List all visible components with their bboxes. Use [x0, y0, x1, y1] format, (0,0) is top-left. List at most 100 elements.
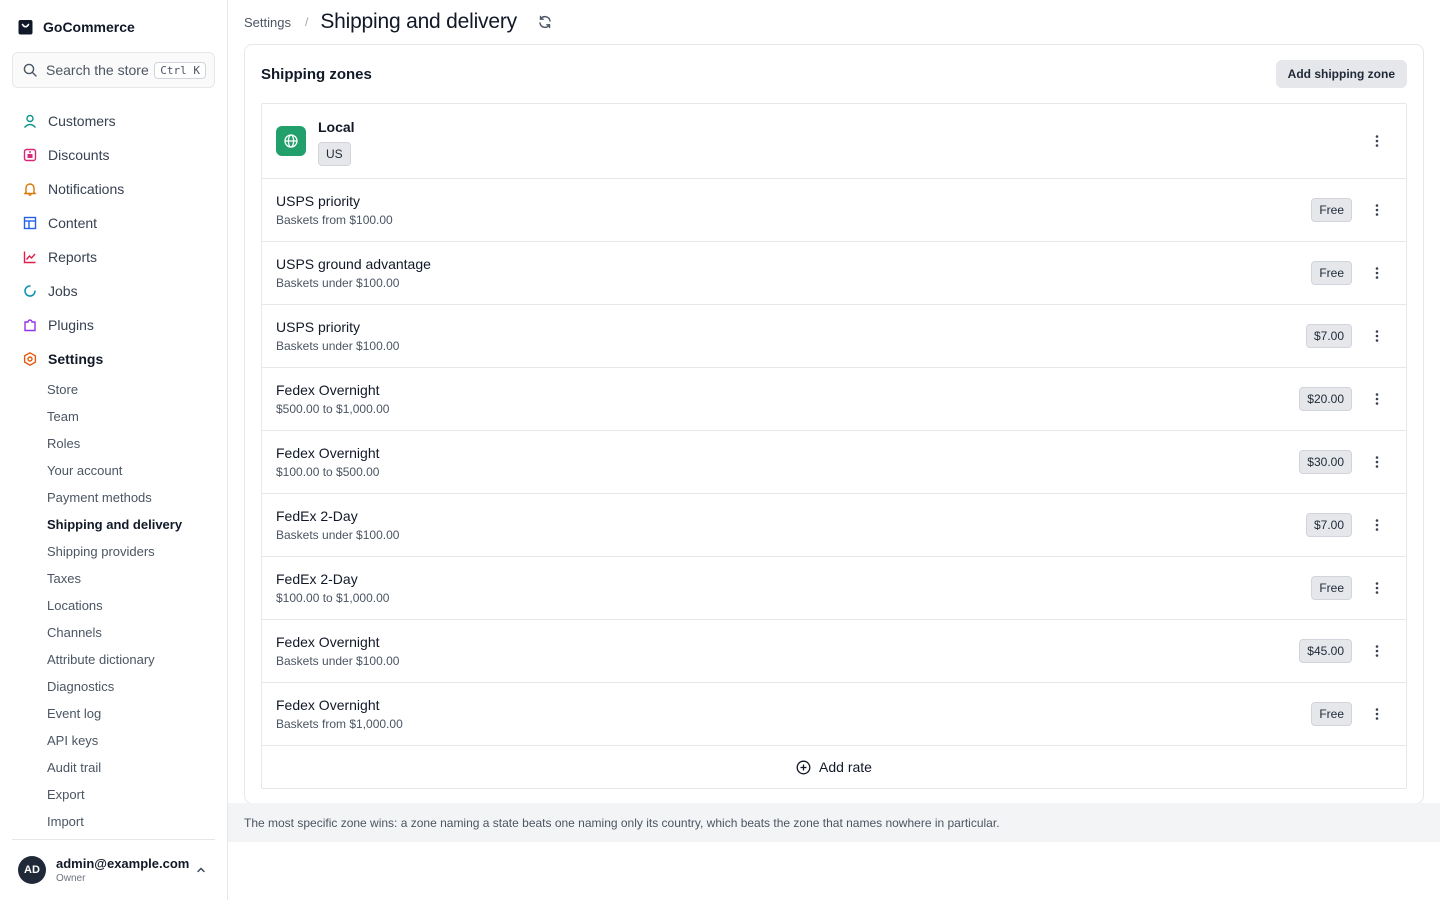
brand[interactable]: GoCommerce: [18, 19, 135, 35]
nav-item-reports[interactable]: Reports: [12, 240, 216, 274]
rate-name: Fedex Overnight: [276, 634, 380, 650]
zone-name: Local: [318, 119, 355, 135]
nav-label: Reports: [48, 249, 98, 265]
rate-price-badge: Free: [1311, 261, 1352, 285]
rate-row[interactable]: USPS priority Baskets under $100.00 $7.0…: [262, 305, 1406, 368]
rate-row[interactable]: FedEx 2-Day Baskets under $100.00 $7.00: [262, 494, 1406, 557]
nav-item-jobs[interactable]: Jobs: [12, 274, 216, 308]
zone-priority-note: The most specific zone wins: a zone nami…: [228, 803, 1440, 842]
subnav-item-roles[interactable]: Roles: [47, 430, 217, 457]
more-vertical-icon[interactable]: [1370, 266, 1384, 280]
nav-label: Plugins: [48, 317, 94, 333]
nav-item-customers[interactable]: Customers: [12, 104, 216, 138]
rate-row[interactable]: USPS priority Baskets from $100.00 Free: [262, 179, 1406, 242]
nav-label: Customers: [48, 113, 116, 129]
nav-label: Notifications: [48, 181, 125, 197]
nav-item-settings[interactable]: Settings: [12, 342, 216, 376]
rate-name: FedEx 2-Day: [276, 571, 358, 587]
rate-condition: Baskets from $1,000.00: [276, 717, 403, 731]
rate-name: USPS priority: [276, 319, 361, 335]
search-input[interactable]: Search the store Ctrl K: [12, 52, 215, 88]
rate-name: USPS ground advantage: [276, 256, 431, 272]
search-icon: [23, 63, 37, 77]
subnav-item-audit-trail[interactable]: Audit trail: [47, 754, 217, 781]
rate-condition: Baskets under $100.00: [276, 528, 400, 542]
nav-item-plugins[interactable]: Plugins: [12, 308, 216, 342]
gear-icon: [22, 351, 38, 367]
subnav-item-api-keys[interactable]: API keys: [47, 727, 217, 754]
subnav-item-locations[interactable]: Locations: [47, 592, 217, 619]
puzzle-icon: [22, 317, 38, 333]
brand-name: GoCommerce: [43, 19, 135, 35]
subnav-item-store[interactable]: Store: [47, 376, 217, 403]
subnav-item-taxes[interactable]: Taxes: [47, 565, 217, 592]
rate-condition: Baskets under $100.00: [276, 276, 400, 290]
more-vertical-icon[interactable]: [1370, 329, 1384, 343]
rate-price-badge: $20.00: [1299, 387, 1352, 411]
nav-label: Jobs: [48, 283, 78, 299]
more-vertical-icon[interactable]: [1370, 203, 1384, 217]
plus-circle-icon: [796, 760, 811, 775]
layout-icon: [22, 215, 38, 231]
subnav-item-shipping-providers[interactable]: Shipping providers: [47, 538, 217, 565]
subnav-item-channels[interactable]: Channels: [47, 619, 217, 646]
settings-subnav: Store Team Roles Your account Payment me…: [47, 376, 217, 835]
shipping-zones-card: Shipping zones Add shipping zone Local U…: [244, 44, 1424, 804]
nav-item-discounts[interactable]: Discounts: [12, 138, 216, 172]
page-header: Settings / Shipping and delivery: [244, 8, 553, 36]
rate-row[interactable]: Fedex Overnight $100.00 to $500.00 $30.0…: [262, 431, 1406, 494]
nav-item-notifications[interactable]: Notifications: [12, 172, 216, 206]
more-vertical-icon[interactable]: [1370, 707, 1384, 721]
subnav-item-diagnostics[interactable]: Diagnostics: [47, 673, 217, 700]
rate-price-badge: Free: [1311, 198, 1352, 222]
subnav-item-export[interactable]: Export: [47, 781, 217, 808]
nav-label: Settings: [48, 351, 104, 367]
rate-row[interactable]: FedEx 2-Day $100.00 to $1,000.00 Free: [262, 557, 1406, 620]
rate-row[interactable]: Fedex Overnight Baskets from $1,000.00 F…: [262, 683, 1406, 746]
rate-row[interactable]: USPS ground advantage Baskets under $100…: [262, 242, 1406, 305]
breadcrumb[interactable]: Settings: [244, 15, 291, 30]
chevron-up-icon[interactable]: [195, 864, 207, 876]
refresh-icon[interactable]: [537, 14, 553, 30]
rate-name: Fedex Overnight: [276, 445, 380, 461]
user-info: admin@example.com Owner: [56, 856, 195, 884]
bell-icon: [22, 181, 38, 197]
rate-condition: Baskets under $100.00: [276, 654, 400, 668]
more-vertical-icon[interactable]: [1370, 455, 1384, 469]
rate-name: USPS priority: [276, 193, 361, 209]
subnav-item-your-account[interactable]: Your account: [47, 457, 217, 484]
rate-price-badge: $7.00: [1305, 324, 1352, 348]
rate-row[interactable]: Fedex Overnight $500.00 to $1,000.00 $20…: [262, 368, 1406, 431]
more-vertical-icon[interactable]: [1370, 644, 1384, 658]
subnav-item-event-log[interactable]: Event log: [47, 700, 217, 727]
rate-row[interactable]: Fedex Overnight Baskets under $100.00 $4…: [262, 620, 1406, 683]
zone-header: Local US: [262, 104, 1406, 179]
subnav-item-shipping-and-delivery[interactable]: Shipping and delivery: [47, 511, 217, 538]
user-email: admin@example.com: [56, 856, 190, 871]
tag-icon: [22, 147, 38, 163]
more-vertical-icon[interactable]: [1370, 518, 1384, 532]
nav-label: Discounts: [48, 147, 110, 163]
add-shipping-zone-button[interactable]: Add shipping zone: [1275, 60, 1407, 88]
more-vertical-icon[interactable]: [1370, 134, 1384, 148]
rate-price-badge: Free: [1311, 576, 1352, 600]
sidebar: GoCommerce Search the store Ctrl K Custo…: [0, 0, 228, 900]
rate-condition: Baskets from $100.00: [276, 213, 393, 227]
globe-icon: [276, 126, 306, 156]
add-rate-button[interactable]: Add rate: [262, 746, 1406, 788]
search-placeholder: Search the store: [46, 62, 149, 78]
nav-label: Content: [48, 215, 98, 231]
nav-item-content[interactable]: Content: [12, 206, 216, 240]
rate-price-badge: $45.00: [1299, 639, 1352, 663]
chart-icon: [22, 249, 38, 265]
loader-icon: [22, 283, 38, 299]
more-vertical-icon[interactable]: [1370, 581, 1384, 595]
more-vertical-icon[interactable]: [1370, 392, 1384, 406]
subnav-item-team[interactable]: Team: [47, 403, 217, 430]
subnav-item-import[interactable]: Import: [47, 808, 217, 835]
search-shortcut: Ctrl K: [154, 61, 206, 79]
subnav-item-attribute-dictionary[interactable]: Attribute dictionary: [47, 646, 217, 673]
rate-name: Fedex Overnight: [276, 382, 380, 398]
user-menu[interactable]: AD admin@example.com Owner: [12, 839, 215, 900]
subnav-item-payment-methods[interactable]: Payment methods: [47, 484, 217, 511]
